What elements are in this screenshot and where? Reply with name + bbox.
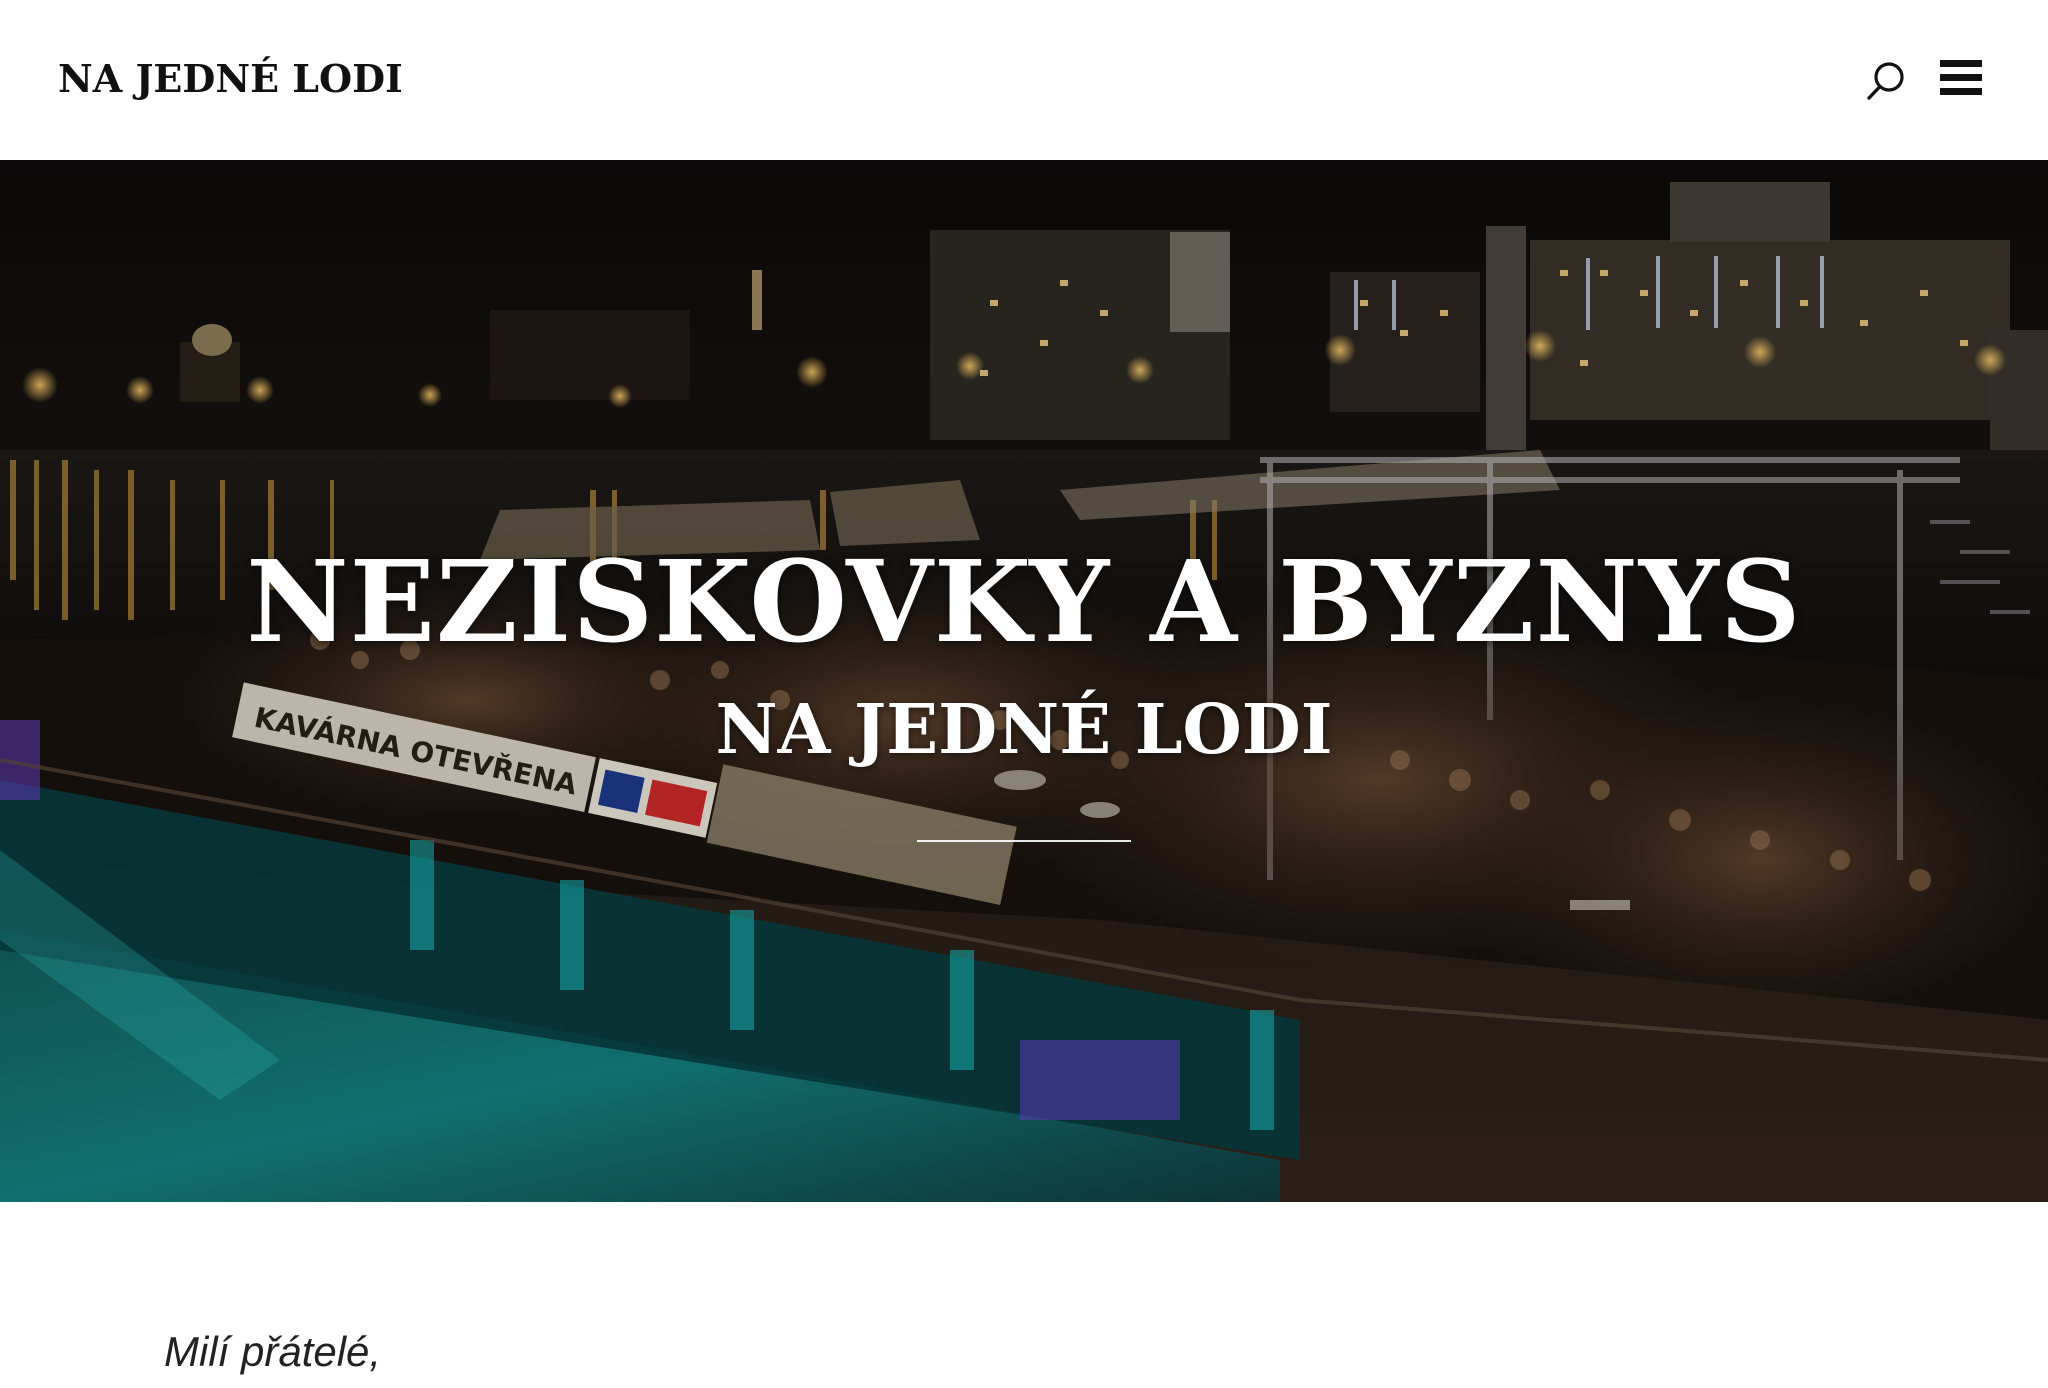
hero-overlay: [0, 160, 2048, 1202]
site-title-link[interactable]: NA JEDNÉ LODI: [58, 50, 403, 108]
site-header: NA JEDNÉ LODI: [0, 0, 2048, 160]
main-content: Milí přátelé,: [0, 1202, 2048, 1388]
hero-section: KAVÁRNA OTEVŘENA NEZISKOVKY A BYZNYS NA …: [0, 160, 2048, 1202]
search-icon: [1867, 62, 1904, 100]
greeting-text: Milí přátelé,: [164, 1328, 382, 1375]
hero-divider: [917, 840, 1131, 842]
hero-subtitle: NA JEDNÉ LODI: [715, 690, 1333, 770]
hamburger-menu-icon: [1940, 60, 1982, 95]
search-button[interactable]: [1864, 58, 1908, 106]
hero-title: NEZISKOVKY A BYZNYS: [246, 537, 1802, 668]
menu-button[interactable]: [1938, 58, 1984, 102]
